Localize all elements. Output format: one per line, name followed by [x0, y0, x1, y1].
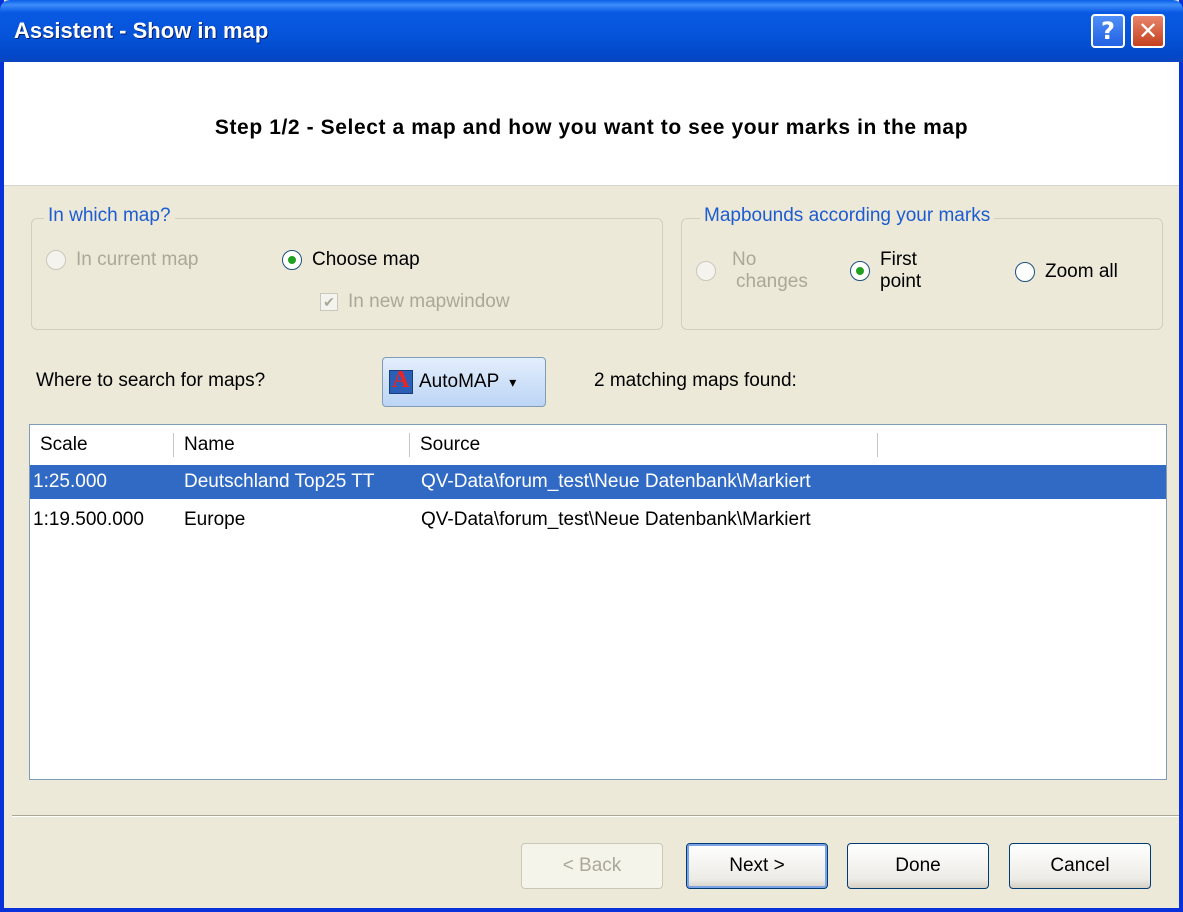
- map-list[interactable]: Scale Name Source 1:25.000 Deutschland T…: [29, 424, 1167, 780]
- close-icon: ✕: [1137, 17, 1159, 45]
- radio-circle-selected: [850, 261, 870, 281]
- cell-name: Europe: [184, 509, 246, 530]
- done-button[interactable]: Done: [847, 843, 989, 889]
- radio-circle-selected: [282, 250, 302, 270]
- automap-icon: [389, 367, 413, 394]
- column-header-name[interactable]: Name: [174, 425, 410, 465]
- radio-no-changes-label-line1: No: [732, 249, 757, 270]
- map-group: In which map? In current map Choose map …: [31, 205, 663, 330]
- table-row[interactable]: 1:19.500.000 Europe QV-Data\forum_test\N…: [30, 503, 1166, 537]
- radio-first-point-label: First point: [880, 249, 921, 293]
- column-header-scale[interactable]: Scale: [30, 425, 174, 465]
- radio-no-changes-label: No changes: [726, 249, 808, 293]
- next-button[interactable]: Next >: [686, 843, 828, 889]
- radio-choose-map-label: Choose map: [312, 249, 420, 270]
- automap-dropdown-button[interactable]: AutoMAP ▾: [382, 357, 546, 407]
- radio-circle: [696, 261, 716, 281]
- radio-no-changes[interactable]: No changes: [696, 249, 808, 293]
- cell-scale: 1:25.000: [33, 471, 107, 492]
- list-header: Scale Name Source: [30, 425, 1166, 465]
- title-bar[interactable]: Assistent - Show in map ? ✕: [0, 0, 1183, 62]
- cancel-button[interactable]: Cancel: [1009, 843, 1151, 889]
- match-count-label: 2 matching maps found:: [594, 370, 797, 391]
- radio-first-point-label-line1: First: [880, 249, 917, 270]
- table-row-selected[interactable]: 1:25.000 Deutschland Top25 TT QV-Data\fo…: [30, 465, 1166, 499]
- cell-source: QV-Data\forum_test\Neue Datenbank\Markie…: [421, 509, 811, 530]
- radio-no-changes-label-line2: changes: [736, 271, 808, 292]
- radio-circle: [1015, 262, 1035, 282]
- checkmark-icon: ✔: [320, 293, 338, 311]
- cell-name: Deutschland Top25 TT: [184, 471, 375, 492]
- chevron-down-icon: ▾: [509, 373, 517, 390]
- header-band: Step 1/2 - Select a map and how you want…: [4, 62, 1179, 186]
- back-button[interactable]: < Back: [521, 843, 663, 889]
- map-group-legend: In which map?: [44, 205, 175, 227]
- radio-zoom-all[interactable]: Zoom all: [1015, 261, 1118, 283]
- checkbox-new-mapwindow[interactable]: ✔ In new mapwindow: [320, 291, 510, 313]
- help-icon: ?: [1101, 17, 1115, 45]
- bounds-group-legend: Mapbounds according your marks: [700, 205, 995, 227]
- radio-first-point-label-line2: point: [880, 271, 922, 292]
- help-button[interactable]: ?: [1091, 14, 1125, 48]
- radio-current-map[interactable]: In current map: [46, 249, 199, 271]
- radio-first-point[interactable]: First point: [850, 249, 921, 293]
- radio-current-map-label: In current map: [76, 249, 199, 270]
- cell-source: QV-Data\forum_test\Neue Datenbank\Markie…: [421, 471, 811, 492]
- dialog-window: Assistent - Show in map ? ✕ Step 1/2 - S…: [0, 0, 1183, 912]
- bounds-group: Mapbounds according your marks No change…: [681, 205, 1163, 330]
- column-header-source[interactable]: Source: [410, 425, 878, 465]
- cell-scale: 1:19.500.000: [33, 509, 144, 530]
- radio-circle: [46, 250, 66, 270]
- automap-button-label: AutoMAP: [419, 371, 500, 392]
- radio-dot: [288, 256, 296, 264]
- radio-zoom-all-label: Zoom all: [1045, 261, 1118, 282]
- footer-divider: [12, 815, 1179, 817]
- window-title: Assistent - Show in map: [14, 18, 269, 43]
- close-button[interactable]: ✕: [1131, 14, 1165, 48]
- step-title: Step 1/2 - Select a map and how you want…: [214, 116, 969, 139]
- checkbox-new-mapwindow-label: In new mapwindow: [348, 291, 510, 312]
- radio-choose-map[interactable]: Choose map: [282, 249, 420, 271]
- radio-dot: [856, 267, 864, 275]
- search-label: Where to search for maps?: [36, 370, 266, 391]
